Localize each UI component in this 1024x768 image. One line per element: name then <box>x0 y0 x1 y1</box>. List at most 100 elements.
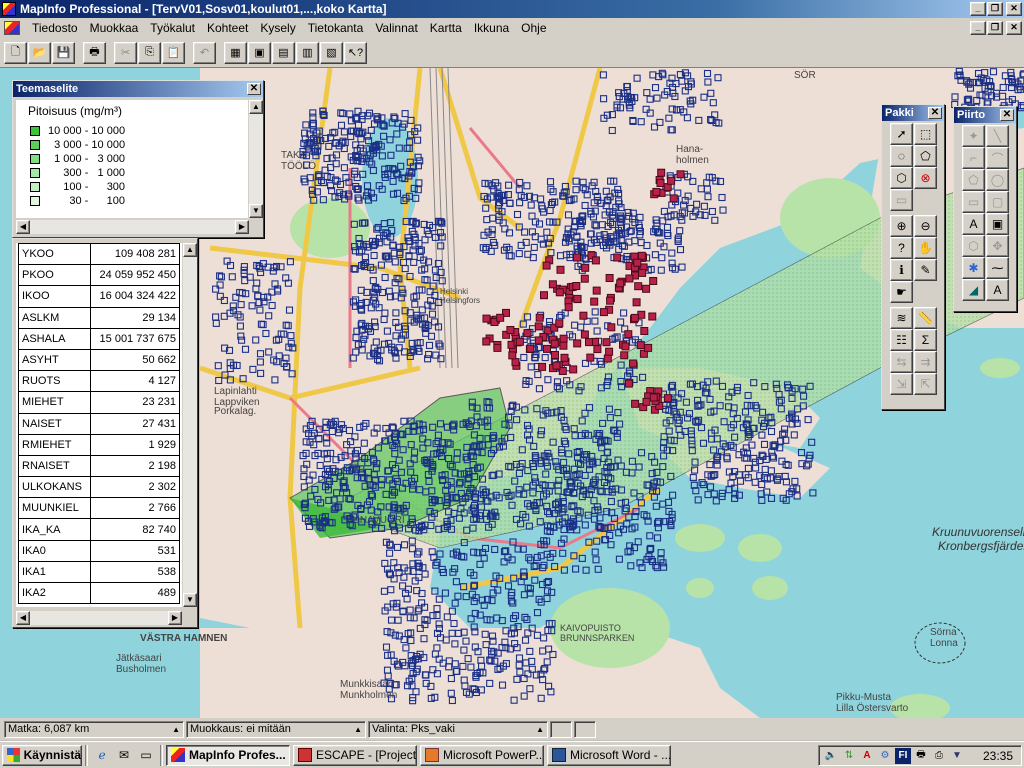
minimize-icon[interactable]: _ <box>970 2 986 16</box>
info-horizontal-scrollbar[interactable]: ◀ ▶ <box>16 611 182 625</box>
show-desktop-icon[interactable]: ▭ <box>137 746 155 764</box>
symbol-style-icon[interactable]: ✱ <box>962 257 985 279</box>
ruler-icon[interactable]: 📏 <box>914 307 937 329</box>
select-arrow-icon[interactable]: ➚ <box>890 123 913 145</box>
zoom-out-icon[interactable]: ⊖ <box>914 215 937 237</box>
display-tray-icon[interactable]: ▼ <box>949 748 965 764</box>
volume-icon[interactable]: 🔈 <box>823 748 839 764</box>
legend-horizontal-scrollbar[interactable]: ◀ ▶ <box>16 220 249 234</box>
reshape-tool-icon[interactable]: ⬡ <box>962 235 985 257</box>
copy-icon[interactable]: ⎘ <box>138 41 161 64</box>
new-map-icon[interactable]: ▣ <box>248 41 271 64</box>
info-vertical-scrollbar[interactable]: ▲ ▼ <box>183 243 197 607</box>
help-pointer-icon[interactable]: ↖? <box>344 41 367 64</box>
scroll-down-icon[interactable]: ▼ <box>183 593 197 607</box>
menu-muokkaa[interactable]: Muokkaa <box>84 21 145 35</box>
redistrict-icon[interactable]: ▧ <box>320 41 343 64</box>
clip-region-icon[interactable]: ⇉ <box>914 351 937 373</box>
mapinfo-app-icon[interactable] <box>2 2 16 16</box>
frame-tool-icon[interactable]: ▣ <box>986 213 1009 235</box>
label-tool-icon[interactable]: ✎ <box>914 259 937 281</box>
doc-minimize-icon[interactable]: _ <box>970 21 986 35</box>
grabber-hand-icon[interactable]: ✋ <box>914 237 937 259</box>
undo-icon[interactable]: ↶ <box>193 41 216 64</box>
app-title-bar[interactable]: MapInfo Professional - [TervV01,Sosv01,k… <box>0 0 1024 18</box>
task-word[interactable]: Microsoft Word - ... <box>547 744 671 766</box>
menu-tyokalut[interactable]: Työkalut <box>144 21 201 35</box>
new-layout-icon[interactable]: ▥ <box>296 41 319 64</box>
clock[interactable]: 23:35 <box>983 749 1013 763</box>
scroll-up-icon[interactable]: ▲ <box>249 100 263 114</box>
task-mapinfo[interactable]: MapInfo Profes... <box>166 744 290 766</box>
start-button[interactable]: Käynnistä <box>2 744 82 766</box>
status-distance[interactable]: Matka: 6,087 km ▲ <box>4 720 184 738</box>
ellipse-tool-icon[interactable]: ◯ <box>986 169 1009 191</box>
add-node-tool-icon[interactable]: ✥ <box>986 235 1009 257</box>
printer-tray-icon[interactable]: 🖶 <box>913 748 929 764</box>
new-browser-icon[interactable]: ▦ <box>224 41 247 64</box>
statistics-icon[interactable]: Σ <box>914 329 937 351</box>
scroll-down-icon[interactable]: ▼ <box>249 204 263 218</box>
antivirus-icon[interactable]: A <box>859 748 875 764</box>
device-tray-icon[interactable]: ⎙ <box>931 748 947 764</box>
polygon-select-icon[interactable]: ⬠ <box>914 145 937 167</box>
graph-select-icon[interactable]: ▭ <box>890 189 913 211</box>
info-tool-window[interactable]: YKOO 109 408 281 PKOO 24 059 952 450 IKOO 16 … <box>12 238 198 628</box>
menu-kartta[interactable]: Kartta <box>424 21 468 35</box>
text-style-icon[interactable]: A <box>986 279 1009 301</box>
scroll-up-icon[interactable]: ▲ <box>183 243 197 257</box>
legend-window[interactable]: Teemaselite ✕ Pitoisuus (mg/m³) 10 000 -… <box>12 80 264 238</box>
piirto-close-icon[interactable]: ✕ <box>1000 109 1014 121</box>
menu-tietokanta[interactable]: Tietokanta <box>302 21 370 35</box>
document-icon[interactable] <box>4 21 20 35</box>
zoom-in-icon[interactable]: ⊕ <box>890 215 913 237</box>
show-legend-icon[interactable]: ☷ <box>890 329 913 351</box>
line-tool-icon[interactable]: ╲ <box>986 125 1009 147</box>
radius-select-icon[interactable]: ◌ <box>890 145 913 167</box>
internet-explorer-icon[interactable]: ℯ <box>93 746 111 764</box>
layer-control-icon[interactable]: ≋ <box>890 307 913 329</box>
symbol-tool-icon[interactable]: ✦ <box>962 125 985 147</box>
scroll-right-icon[interactable]: ▶ <box>168 611 182 625</box>
pakki-toolbar-palette[interactable]: Pakki ✕ ➚ ⬚ ◌ ⬠ ⬡ ⊗ ▭ ⊕ ⊖ ? ✋ ℹ ✎ ☛ ≋ 📏 … <box>881 104 945 410</box>
unselect-all-icon[interactable]: ⊗ <box>914 167 937 189</box>
assign-selected-icon[interactable]: ⇱ <box>914 373 937 395</box>
scroll-left-icon[interactable]: ◀ <box>16 220 30 234</box>
outlook-express-icon[interactable]: ✉ <box>115 746 133 764</box>
scroll-right-icon[interactable]: ▶ <box>235 220 249 234</box>
line-style-icon[interactable]: ⁓ <box>986 257 1009 279</box>
text-tool-icon[interactable]: A <box>962 213 985 235</box>
marquee-select-icon[interactable]: ⬚ <box>914 123 937 145</box>
polyline-tool-icon[interactable]: ⌐ <box>962 147 985 169</box>
new-file-icon[interactable]: 🗋 <box>4 41 27 64</box>
cut-icon[interactable]: ✂ <box>114 41 137 64</box>
region-style-icon[interactable]: ◢ <box>962 279 985 301</box>
menu-ikkuna[interactable]: Ikkuna <box>468 21 515 35</box>
pakki-close-icon[interactable]: ✕ <box>928 107 942 119</box>
new-graph-icon[interactable]: ▤ <box>272 41 295 64</box>
rounded-rectangle-tool-icon[interactable]: ▢ <box>986 191 1009 213</box>
doc-close-icon[interactable]: ✕ <box>1006 21 1022 35</box>
hotlink-icon[interactable]: ⇆ <box>890 351 913 373</box>
menu-ohje[interactable]: Ohje <box>515 21 552 35</box>
status-selection[interactable]: Valinta: Pks_vaki ▲ <box>368 720 548 738</box>
scroll-left-icon[interactable]: ◀ <box>16 611 30 625</box>
paste-icon[interactable]: 📋 <box>162 41 185 64</box>
menu-tiedosto[interactable]: Tiedosto <box>26 21 84 35</box>
boundary-select-icon[interactable]: ⬡ <box>890 167 913 189</box>
print-icon[interactable]: 🖶 <box>83 41 106 64</box>
doc-restore-icon[interactable]: ❐ <box>987 21 1003 35</box>
save-icon[interactable]: 💾 <box>52 41 75 64</box>
scheduler-icon[interactable]: ⚙ <box>877 748 893 764</box>
legend-vertical-scrollbar[interactable]: ▲ ▼ <box>249 100 263 218</box>
info-icon[interactable]: ℹ <box>890 259 913 281</box>
menu-valinnat[interactable]: Valinnat <box>369 21 423 35</box>
rectangle-tool-icon[interactable]: ▭ <box>962 191 985 213</box>
set-target-icon[interactable]: ⇲ <box>890 373 913 395</box>
status-editing[interactable]: Muokkaus: ei mitään ▲ <box>186 720 366 738</box>
language-indicator[interactable]: FI <box>895 747 911 764</box>
piirto-drawing-palette[interactable]: Piirto ✕ ✦ ╲ ⌐ ⌒ ⬠ ◯ ▭ ▢ A ▣ ⬡ ✥ ✱ ⁓ ◢ A <box>953 106 1017 312</box>
network-icon[interactable]: ⇅ <box>841 748 857 764</box>
task-escape[interactable]: ESCAPE - [Project] <box>293 744 417 766</box>
arc-tool-icon[interactable]: ⌒ <box>986 147 1009 169</box>
